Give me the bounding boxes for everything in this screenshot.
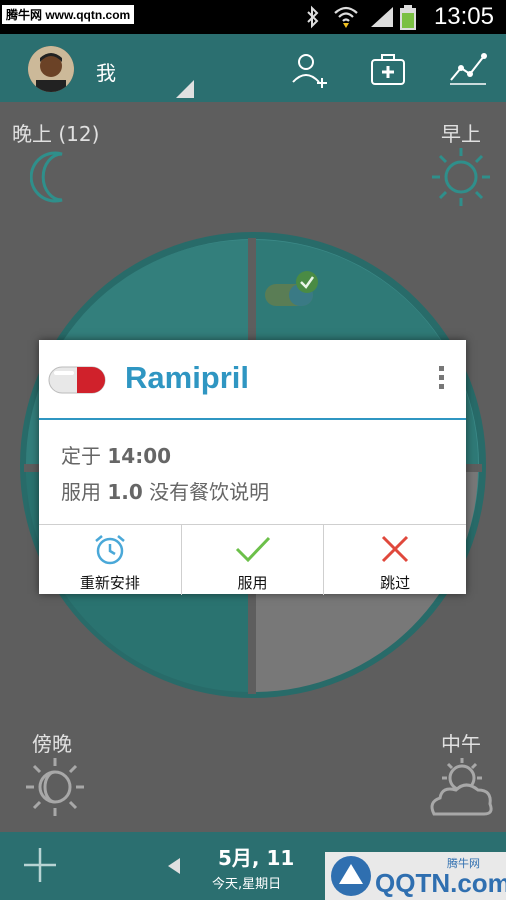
close-icon: [382, 535, 409, 563]
period-night-label: 晚上 (12): [12, 122, 100, 146]
signal-icon: [371, 7, 393, 27]
reschedule-label: 重新安排: [79, 574, 140, 592]
pill-taken-icon[interactable]: [265, 270, 321, 308]
skip-button[interactable]: 跳过: [324, 525, 466, 595]
medication-name: Ramipril: [125, 360, 250, 395]
watermark: 腾牛网 www.qqtn.com: [2, 5, 135, 24]
scheduled-time: 定于 14:00: [61, 444, 172, 468]
period-noon-label: 中午: [441, 732, 481, 756]
status-bar: 腾牛网 www.qqtn.com 13:05: [0, 0, 506, 34]
check-icon: [235, 536, 270, 563]
take-button[interactable]: 服用: [182, 525, 325, 595]
dialog-header: Ramipril: [39, 340, 466, 420]
add-user-icon[interactable]: [290, 50, 330, 90]
dose-value: 1.0: [107, 480, 143, 504]
chart-icon[interactable]: [448, 50, 488, 86]
date-subtitle: 今天,星期日: [212, 877, 282, 892]
period-evening-label: 傍晚: [32, 732, 72, 756]
logo-icon: [331, 856, 371, 896]
dose-dialog: Ramipril 定于 14:00 服用 1.0 没有餐饮说明 重新安排 服用 …: [39, 340, 466, 595]
take-label: 服用: [237, 574, 268, 592]
dialog-actions: 重新安排 服用 跳过: [39, 524, 466, 595]
cloud-sun-icon[interactable]: [426, 756, 496, 820]
avatar-face-icon: [28, 46, 74, 92]
scheduled-time-value: 14:00: [107, 444, 172, 468]
battery-icon: [400, 5, 416, 30]
alarm-clock-icon: [95, 535, 125, 565]
more-options-icon[interactable]: [431, 366, 451, 396]
add-icon[interactable]: [22, 846, 58, 884]
moon-icon[interactable]: [30, 150, 80, 204]
user-name[interactable]: 我: [96, 57, 116, 86]
clock: 13:05: [433, 3, 494, 30]
current-date[interactable]: 5月, 11: [218, 842, 294, 871]
app-bar: [0, 34, 506, 102]
medicine-box-icon[interactable]: [369, 50, 407, 88]
wifi-icon: [334, 6, 358, 28]
avatar[interactable]: [28, 46, 74, 92]
prev-day-icon[interactable]: [166, 856, 182, 876]
sun-icon[interactable]: [430, 146, 492, 208]
reschedule-button[interactable]: 重新安排: [39, 525, 182, 595]
dropdown-corner-icon[interactable]: [176, 80, 194, 98]
sunset-icon[interactable]: [24, 756, 86, 818]
capsule-icon: [48, 366, 106, 394]
dose-info: 服用 1.0 没有餐饮说明: [61, 480, 270, 504]
skip-label: 跳过: [380, 574, 411, 592]
bluetooth-icon: [307, 5, 319, 29]
corner-watermark: 腾牛网 QQTN.com: [325, 852, 506, 900]
period-morning-label: 早上: [441, 122, 481, 146]
corner-site: QQTN.com: [375, 868, 506, 898]
